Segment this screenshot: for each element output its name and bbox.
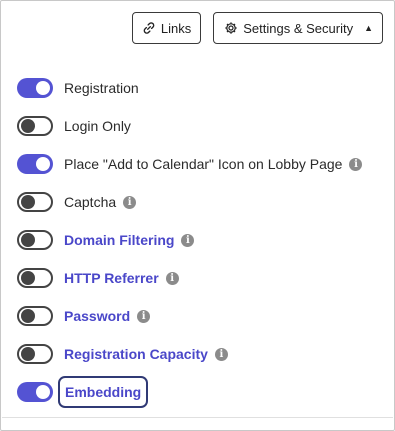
caret-up-icon: ▲ — [364, 23, 373, 33]
toggle-switch[interactable] — [17, 230, 53, 250]
toggle-knob — [21, 195, 35, 209]
setting-row: Place "Add to Calendar" Icon on Lobby Pa… — [17, 145, 384, 183]
info-icon[interactable]: i — [165, 271, 179, 285]
toggle-switch[interactable] — [17, 382, 53, 402]
setting-link[interactable]: Embedding — [58, 376, 149, 408]
setting-link[interactable]: Password — [64, 308, 130, 324]
toggle-knob — [21, 271, 35, 285]
setting-link[interactable]: Domain Filtering — [64, 232, 174, 248]
settings-list: Registration Login Only Place "Add to Cale… — [17, 69, 384, 411]
toggle-switch[interactable] — [17, 344, 53, 364]
toggle-switch[interactable] — [17, 268, 53, 288]
toggle-switch[interactable] — [17, 306, 53, 326]
toggle-switch[interactable] — [17, 78, 53, 98]
setting-row: Embedding — [17, 373, 384, 411]
setting-row: Domain Filtering i — [17, 221, 384, 259]
link-icon — [142, 21, 156, 35]
toggle-switch[interactable] — [17, 116, 53, 136]
links-button-label: Links — [160, 20, 192, 36]
settings-panel: Links Settings & Security ▲ Registration… — [0, 0, 395, 431]
setting-row: Registration Capacity i — [17, 335, 384, 373]
toggle-switch[interactable] — [17, 192, 53, 212]
toggle-switch[interactable] — [17, 154, 53, 174]
setting-link[interactable]: Registration Capacity — [64, 346, 208, 362]
toggle-knob — [36, 385, 50, 399]
setting-label: Place "Add to Calendar" Icon on Lobby Pa… — [64, 156, 343, 172]
info-icon[interactable]: i — [123, 195, 137, 209]
setting-label: Captcha — [64, 194, 117, 210]
setting-row: Password i — [17, 297, 384, 335]
setting-row: Captcha i — [17, 183, 384, 221]
info-icon[interactable]: i — [181, 233, 195, 247]
gear-icon — [224, 21, 238, 35]
setting-row: Login Only — [17, 107, 384, 145]
top-toolbar: Links Settings & Security ▲ — [131, 12, 383, 44]
setting-label: Registration — [64, 80, 139, 96]
links-button[interactable]: Links — [131, 12, 202, 44]
setting-row: HTTP Referrer i — [17, 259, 384, 297]
toggle-knob — [36, 157, 50, 171]
toggle-knob — [21, 233, 35, 247]
setting-label: Login Only — [64, 118, 131, 134]
settings-security-button[interactable]: Settings & Security ▲ — [213, 12, 383, 44]
info-icon[interactable]: i — [349, 157, 363, 171]
info-icon[interactable]: i — [214, 347, 228, 361]
info-icon[interactable]: i — [137, 309, 151, 323]
toggle-knob — [36, 81, 50, 95]
toggle-knob — [21, 309, 35, 323]
divider — [2, 417, 393, 418]
setting-link[interactable]: HTTP Referrer — [64, 270, 159, 286]
toggle-knob — [21, 347, 35, 361]
settings-button-label: Settings & Security — [243, 20, 354, 36]
setting-row: Registration — [17, 69, 384, 107]
toggle-knob — [21, 119, 35, 133]
